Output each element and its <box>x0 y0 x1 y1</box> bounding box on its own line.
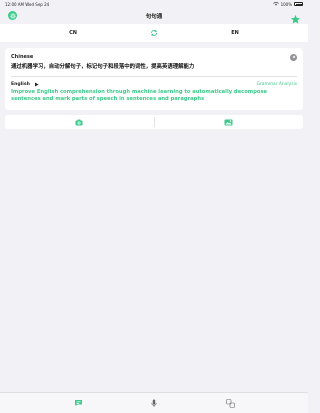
translation-result: Improve English comprehension through ma… <box>11 88 268 103</box>
settings-icon[interactable] <box>8 11 17 20</box>
battery-percent: 100% <box>280 1 292 7</box>
camera-icon <box>75 119 83 125</box>
navigation-bar: 句句通 <box>0 8 308 24</box>
tab-translate[interactable] <box>223 396 237 410</box>
battery-icon <box>294 2 303 6</box>
grammar-analysis-link[interactable]: Grammar Analysis <box>257 82 297 87</box>
tab-bar <box>0 392 308 413</box>
gallery-button[interactable] <box>154 115 303 129</box>
gallery-icon <box>224 119 233 125</box>
language-selector: CN EN <box>0 24 308 42</box>
source-text[interactable]: 通过机器学习，自动分解句子，标记句子和段落中的词性，提高英语理解能力 <box>11 63 297 71</box>
tab-microphone[interactable] <box>147 396 161 410</box>
wifi-icon <box>272 2 279 6</box>
source-language-button[interactable]: CN <box>0 30 146 36</box>
translate-icon <box>225 398 235 408</box>
divider <box>11 76 297 77</box>
status-bar: 12:00 AM Wed Sep 24 100% <box>0 0 308 8</box>
status-time: 12:00 AM Wed Sep 24 <box>5 1 50 7</box>
result-header: English Grammar Analysis <box>11 81 297 88</box>
play-icon[interactable] <box>34 82 39 87</box>
source-header: Chinese <box>11 53 297 61</box>
tab-chat[interactable] <box>71 396 85 410</box>
translation-card: Chinese 通过机器学习，自动分解句子，标记句子和段落中的词性，提高英语理解… <box>5 48 303 110</box>
swap-icon[interactable] <box>146 29 162 37</box>
microphone-icon <box>151 399 157 407</box>
target-language-button[interactable]: EN <box>162 30 308 36</box>
page-title: 句句通 <box>145 14 163 20</box>
clear-icon[interactable] <box>290 53 297 61</box>
target-language-label: English <box>11 81 30 87</box>
star-icon[interactable] <box>290 10 301 24</box>
action-bar <box>5 115 303 129</box>
status-right: 100% <box>272 1 303 7</box>
camera-button[interactable] <box>5 115 154 129</box>
source-language-label: Chinese <box>11 54 34 60</box>
chat-icon <box>74 400 82 406</box>
target-language-group: English <box>11 82 39 87</box>
